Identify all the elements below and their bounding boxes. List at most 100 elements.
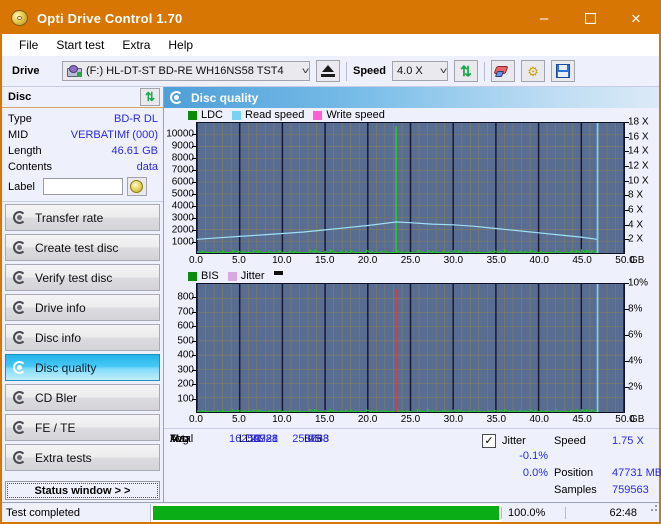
sidebar-item-label: Extra tests — [35, 450, 92, 465]
disc-refresh-button[interactable]: ⇅ — [140, 88, 160, 106]
x-axis-unit: GB — [630, 255, 645, 266]
window-controls: – × — [521, 2, 659, 34]
sidebar-item-fe-te[interactable]: FE / TE — [5, 414, 160, 441]
disc-icon — [12, 450, 29, 465]
progress-fill — [153, 505, 499, 520]
y-tick-label: 3000 — [171, 212, 194, 224]
chart1-plot[interactable] — [196, 122, 625, 254]
chart1-y-axis-left: 10000 9000 8000 7000 6000 5000 4000 3000 2000 100… — [164, 122, 196, 254]
close-button[interactable]: × — [613, 2, 659, 34]
charts-area: LDC Read speed Write speed 10000 9000 8000… — [164, 108, 659, 428]
menu-help[interactable]: Help — [159, 35, 202, 55]
y-tick-label: 1000 — [171, 236, 194, 248]
jitter-column: ✓ Jitter -0.1% 0.0% — [414, 433, 554, 502]
floppy-save-icon — [556, 64, 571, 78]
speed-select[interactable]: 4.0 X ˅ — [392, 61, 449, 81]
eraser-icon — [493, 65, 512, 78]
progress-percent: 100.0% — [501, 506, 565, 519]
speed-key: Speed — [554, 435, 586, 447]
disc-label-input[interactable] — [42, 178, 123, 195]
stats-row-label-total: Total — [170, 433, 194, 445]
progress-bar — [150, 503, 501, 522]
speed-value: 1.75 X — [612, 435, 644, 447]
x-tick-label: 35.0 — [486, 414, 507, 425]
app-title: Opti Drive Control 1.70 — [37, 10, 183, 26]
legend-label-write-speed: Write speed — [326, 109, 385, 121]
disc-row-contents: Contents data — [8, 159, 158, 175]
samples-value: 759563 — [612, 484, 649, 496]
maximize-icon — [584, 12, 596, 24]
y-tick-label: 8000 — [171, 152, 194, 164]
refresh-button[interactable]: ⇅ — [454, 60, 479, 82]
position-key: Position — [554, 467, 594, 479]
sidebar-item-cd-bler[interactable]: CD Bler — [5, 384, 160, 411]
legend-swatch-jitter — [227, 271, 237, 281]
chevron-down-icon: ˅ — [301, 66, 310, 76]
y-tick-label: 4000 — [171, 200, 194, 212]
stats-bis-total: 253063 — [292, 433, 329, 445]
chart1-legend: LDC Read speed Write speed — [164, 108, 659, 122]
sidebar-item-transfer-rate[interactable]: Transfer rate — [5, 204, 160, 231]
chart1-canvas — [197, 123, 624, 253]
erase-button[interactable] — [491, 60, 516, 82]
y2-tick-label: 2 X — [628, 233, 644, 245]
sidebar-item-disc-quality[interactable]: Disc quality — [5, 354, 160, 381]
sidebar-item-label: Disc quality — [35, 360, 97, 375]
y2-tick — [625, 224, 629, 226]
measurements-column: Speed 1.75 X Position 47731 MB Samples 7… — [554, 433, 661, 502]
menu-start-test[interactable]: Start test — [47, 35, 113, 55]
y2-tick-label: 14 X — [628, 145, 649, 157]
save-button[interactable] — [551, 60, 576, 82]
refresh-icon: ⇅ — [460, 63, 472, 79]
jitter-max: 0.0% — [522, 467, 548, 479]
sidebar-item-verify-test-disc[interactable]: Verify test disc — [5, 264, 160, 291]
y2-tick-label: 8% — [628, 303, 643, 315]
maximize-button[interactable] — [567, 2, 613, 34]
legend-swatch-read-speed — [232, 110, 242, 120]
chart2-plot-wrap: 800 700 600 500 400 300 200 100 10% 8% 6% 4% 2% — [164, 278, 659, 413]
y2-tick-label: 10% — [628, 277, 649, 289]
y2-tick-label: 4% — [628, 355, 643, 367]
disc-icon — [12, 420, 29, 435]
title-bar: Opti Drive Control 1.70 – × — [2, 2, 659, 34]
sidebar: Disc ⇅ Type BD-R DL MID VERBATIMf (000) — [2, 87, 163, 502]
y2-tick — [625, 361, 629, 362]
y2-tick-label: 6 X — [628, 204, 644, 216]
legend-label-read-speed: Read speed — [245, 109, 305, 121]
x-axis-unit: GB — [630, 414, 645, 425]
drive-select-value: (F:) HL-DT-ST BD-RE WH16NS58 TST4 — [86, 65, 284, 77]
eject-icon — [321, 65, 335, 77]
sidebar-item-label: Verify test disc — [35, 270, 113, 285]
drive-label: Drive — [12, 65, 40, 77]
status-bar: Test completed 100.0% 62:48 — [2, 502, 659, 522]
drive-select[interactable]: (F:) HL-DT-ST BD-RE WH16NS58 TST4 ˅ — [62, 61, 310, 81]
position-value: 47731 MB — [612, 467, 661, 479]
y2-tick — [625, 180, 629, 182]
minimize-button[interactable]: – — [521, 2, 567, 34]
y2-tick — [625, 283, 629, 284]
menu-extra[interactable]: Extra — [113, 35, 159, 55]
y2-tick — [625, 387, 629, 388]
stats-ldc-total: 16254981 — [229, 433, 278, 445]
y2-tick-label: 2% — [628, 381, 643, 393]
legend-swatch-bis — [188, 271, 197, 281]
disc-row-key: Type — [8, 113, 32, 125]
chart2-plot[interactable] — [196, 283, 625, 413]
sidebar-item-create-test-disc[interactable]: Create test disc — [5, 234, 160, 261]
eject-button[interactable] — [316, 60, 340, 82]
sidebar-nav: Transfer rate Create test disc Verify te… — [2, 202, 163, 502]
chart-ldc-readspeed: LDC Read speed Write speed 10000 9000 8000… — [164, 108, 659, 269]
sidebar-item-disc-info[interactable]: Disc info — [5, 324, 160, 351]
menu-file[interactable]: File — [10, 35, 47, 55]
chart-bis-jitter: BIS Jitter 800 700 600 500 400 300 200 100 10% 8… — [164, 269, 659, 428]
sidebar-item-drive-info[interactable]: Drive info — [5, 294, 160, 321]
disc-label-browse-button[interactable] — [126, 177, 147, 196]
disc-icon — [12, 330, 29, 345]
x-tick-label: 5.0 — [231, 255, 246, 266]
status-window-button[interactable]: Status window > > — [5, 481, 160, 500]
jitter-checkbox[interactable]: ✓ — [482, 434, 496, 448]
disc-icon — [130, 180, 144, 193]
tools-button[interactable]: ⚙ — [521, 60, 546, 82]
sidebar-item-extra-tests[interactable]: Extra tests — [5, 444, 160, 471]
disc-row-value: BD-R DL — [113, 113, 158, 125]
